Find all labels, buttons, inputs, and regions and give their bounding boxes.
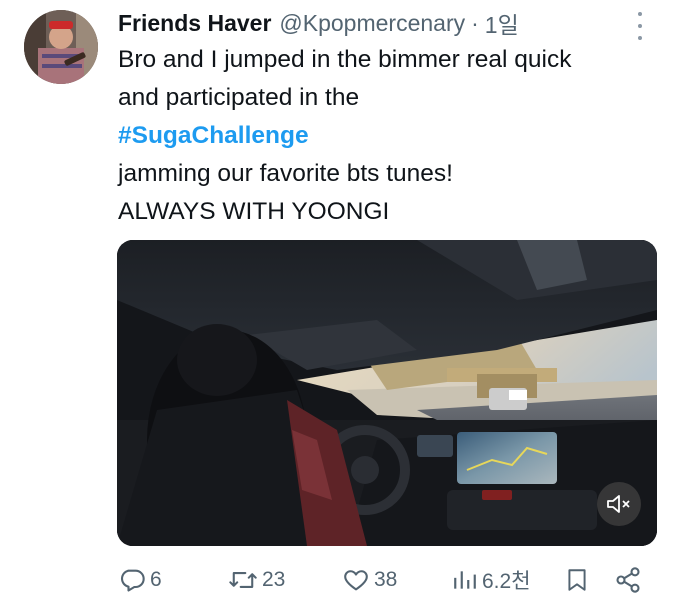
reply-icon bbox=[120, 569, 145, 592]
avatar[interactable] bbox=[24, 10, 98, 84]
reply-button[interactable]: 6 bbox=[118, 560, 162, 600]
tweet-header: Friends Haver @Kpopmercenary · 1일 bbox=[118, 6, 519, 40]
hashtag-link[interactable]: #SugaChallenge bbox=[118, 117, 663, 155]
separator: · bbox=[471, 9, 479, 36]
user-handle[interactable]: @Kpopmercenary bbox=[279, 10, 465, 37]
tweet-line: jamming our favorite bts tunes! bbox=[118, 160, 453, 187]
like-button[interactable]: 38 bbox=[342, 560, 397, 600]
views-button[interactable]: 6.2천 bbox=[452, 560, 531, 600]
bookmark-icon bbox=[568, 569, 586, 591]
repost-count: 23 bbox=[262, 568, 286, 591]
tweet-text: Bro and I jumped in the bimmer real quic… bbox=[118, 41, 663, 231]
share-icon bbox=[616, 567, 640, 593]
tweet-line: and participated in the bbox=[118, 84, 360, 111]
reply-count: 6 bbox=[150, 568, 162, 591]
display-name[interactable]: Friends Haver bbox=[118, 10, 271, 37]
tweet-line: Bro and I jumped in the bimmer real quic… bbox=[118, 46, 572, 73]
views-icon bbox=[454, 571, 476, 589]
view-count: 6.2천 bbox=[482, 570, 531, 593]
repost-button[interactable]: 23 bbox=[228, 560, 285, 600]
like-count: 38 bbox=[374, 568, 398, 591]
video-player[interactable] bbox=[117, 240, 657, 546]
like-icon bbox=[344, 570, 368, 591]
tweet-line: ALWAYS WITH YOONGI bbox=[118, 198, 390, 225]
video-frame bbox=[117, 240, 657, 546]
more-icon[interactable] bbox=[628, 12, 652, 40]
mute-button[interactable] bbox=[597, 482, 641, 526]
bookmark-button[interactable] bbox=[564, 560, 590, 600]
mute-icon bbox=[607, 495, 630, 513]
timestamp[interactable]: 1일 bbox=[485, 6, 519, 40]
action-bar: 6 23 38 6.2천 bbox=[118, 560, 648, 600]
share-button[interactable] bbox=[614, 560, 642, 600]
repost-icon bbox=[229, 572, 257, 588]
